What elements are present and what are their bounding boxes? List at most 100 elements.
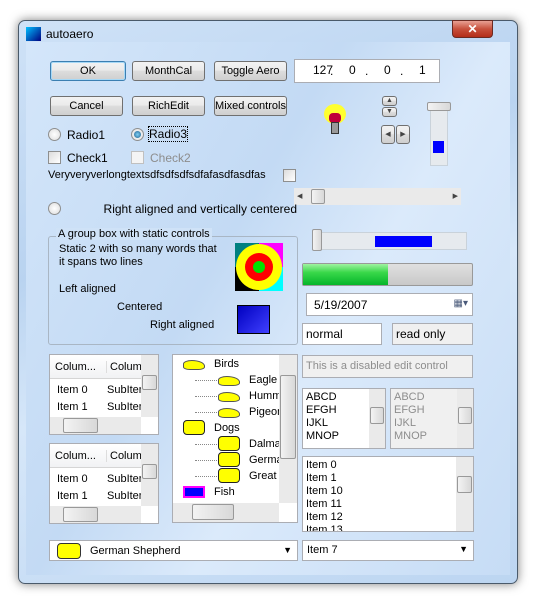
combo-german-shepherd[interactable]: German Shepherd ▼ bbox=[49, 540, 298, 561]
monthcal-button[interactable]: MonthCal bbox=[132, 61, 205, 81]
dog-icon bbox=[218, 468, 240, 483]
scroll-thumb[interactable] bbox=[311, 189, 325, 204]
radio1[interactable] bbox=[48, 128, 61, 141]
disabled-edit-value: This is a disabled edit control bbox=[306, 360, 448, 372]
tree-item[interactable]: Eagle bbox=[218, 372, 277, 388]
scroll-thumb[interactable] bbox=[457, 476, 472, 493]
tree-item[interactable]: Dogs bbox=[183, 420, 240, 436]
spin-horizontal[interactable]: ◀ ▶ bbox=[381, 125, 411, 144]
readonly-edit-value: read only bbox=[396, 327, 446, 341]
long-text-label: Veryveryverlongtextsdfsdfsdfsdfafasdfasd… bbox=[48, 169, 266, 181]
cell[interactable]: SubIten bbox=[107, 401, 145, 413]
vertical-scrollbar bbox=[457, 389, 473, 448]
vertical-scrollbar[interactable] bbox=[279, 355, 297, 503]
horizontal-scrollbar[interactable] bbox=[50, 506, 141, 523]
ip-octet-3[interactable]: 0 bbox=[384, 63, 391, 77]
progress-bar bbox=[302, 263, 473, 286]
normal-edit[interactable]: normal bbox=[302, 323, 382, 345]
normal-edit-value: normal bbox=[306, 327, 343, 341]
trackbar-thumb[interactable] bbox=[312, 229, 322, 251]
long-text-checkbox[interactable] bbox=[283, 169, 296, 182]
tree-item-label: Humm bbox=[249, 390, 282, 402]
readonly-edit[interactable]: read only bbox=[392, 323, 473, 345]
list-view-1[interactable]: Colum... Column Item 0 SubIten Item 1 SubIt… bbox=[49, 354, 159, 435]
spin-up-button[interactable]: ▲ bbox=[382, 96, 397, 106]
tree-item[interactable]: Humm bbox=[218, 388, 281, 404]
horizontal-scrollbar[interactable] bbox=[50, 417, 141, 434]
scroll-thumb[interactable] bbox=[370, 407, 384, 424]
tree-connector bbox=[195, 444, 217, 445]
horizontal-scrollbar[interactable] bbox=[173, 503, 279, 522]
tree-item[interactable]: Germa bbox=[218, 452, 283, 468]
tree-item-label: Dogs bbox=[214, 422, 240, 434]
cancel-button[interactable]: Cancel bbox=[50, 96, 123, 116]
tree-item[interactable]: Dalma bbox=[218, 436, 281, 452]
ip-octet-4[interactable]: 1 bbox=[419, 63, 426, 77]
tree-view[interactable]: Birds Eagle Humm Pigeon Dogs Dalma Germa Great F… bbox=[172, 354, 298, 523]
list-item[interactable]: Item 11 bbox=[306, 498, 470, 511]
spin-down-button[interactable]: ▼ bbox=[382, 107, 397, 117]
tree-item-label: Birds bbox=[214, 358, 240, 370]
calendar-dropdown-icon[interactable]: ▦▾ bbox=[454, 298, 468, 309]
cell[interactable]: SubIten bbox=[107, 384, 145, 396]
ok-button[interactable]: OK bbox=[50, 61, 126, 81]
list-item[interactable]: Item 0 bbox=[306, 459, 470, 472]
tree-item-label: Dalma bbox=[249, 438, 281, 450]
list-item[interactable]: Item 12 bbox=[306, 511, 470, 524]
mfc-logo-icon bbox=[237, 305, 270, 334]
right-aligned-radio[interactable] bbox=[48, 202, 61, 215]
close-button[interactable]: ✕ bbox=[452, 20, 493, 38]
cell[interactable]: Item 1 bbox=[57, 401, 88, 413]
list-item[interactable]: Item 1 bbox=[306, 472, 470, 485]
cell[interactable]: SubIten bbox=[107, 473, 145, 485]
scroll-left-arrow[interactable]: ◀ bbox=[297, 192, 302, 200]
horizontal-trackbar[interactable] bbox=[302, 220, 467, 256]
target-icon bbox=[235, 243, 283, 291]
ip-address-field[interactable]: 127. 0. 0. 1 bbox=[294, 59, 440, 83]
horizontal-scrollbar[interactable]: ◀ ▶ bbox=[294, 188, 461, 205]
cell[interactable]: Item 0 bbox=[57, 473, 88, 485]
spin-right-button[interactable]: ▶ bbox=[396, 125, 410, 144]
check1[interactable] bbox=[48, 151, 61, 164]
ip-octet-2[interactable]: 0 bbox=[349, 63, 356, 77]
tree-connector bbox=[195, 380, 217, 381]
chevron-down-icon[interactable]: ▼ bbox=[459, 544, 468, 554]
tree-item-label: Germa bbox=[249, 454, 283, 466]
spin-vertical[interactable]: ▲ ▼ bbox=[382, 96, 397, 118]
group-box-title: A group box with static controls bbox=[56, 228, 212, 240]
cell[interactable]: Item 0 bbox=[57, 384, 88, 396]
list-item[interactable]: Item 13 bbox=[306, 524, 470, 531]
tree-item[interactable]: Fish bbox=[183, 484, 235, 500]
listbox-small[interactable]: ABCD EFGH IJKL MNOP bbox=[302, 388, 386, 449]
radio3[interactable] bbox=[131, 128, 144, 141]
spin-left-button[interactable]: ◀ bbox=[381, 125, 395, 144]
progress-fill bbox=[303, 264, 388, 285]
list-item[interactable]: Item 10 bbox=[306, 485, 470, 498]
ip-dot: . bbox=[365, 64, 369, 78]
mixed-controls-button[interactable]: Mixed controls bbox=[214, 96, 287, 116]
vertical-scrollbar[interactable] bbox=[369, 389, 385, 448]
bird-icon bbox=[218, 392, 240, 402]
column-header[interactable]: Colum... bbox=[55, 361, 96, 373]
listbox-items[interactable]: Item 0 Item 1 Item 10 Item 11 Item 12 Item 13 bbox=[302, 456, 474, 532]
list-view-2[interactable]: Colum... Column Item 0 SubIten Item 1 SubIt… bbox=[49, 443, 159, 524]
vertical-scrollbar[interactable] bbox=[141, 355, 158, 417]
column-header[interactable]: Colum... bbox=[55, 450, 96, 462]
tree-item[interactable]: Pigeon bbox=[218, 404, 283, 420]
scroll-right-arrow[interactable]: ▶ bbox=[453, 192, 458, 200]
date-picker[interactable]: 5/19/2007 ▦▾ bbox=[306, 293, 473, 316]
tree-item[interactable]: Great bbox=[218, 468, 277, 484]
trackbar-thumb[interactable] bbox=[427, 102, 451, 111]
richedit-button[interactable]: RichEdit bbox=[132, 96, 205, 116]
vertical-scrollbar[interactable] bbox=[456, 457, 473, 531]
cell[interactable]: SubIten bbox=[107, 490, 145, 502]
radio3-label: Radio3 bbox=[147, 126, 189, 142]
cell[interactable]: Item 1 bbox=[57, 490, 88, 502]
toggle-aero-button[interactable]: Toggle Aero bbox=[214, 61, 287, 81]
disabled-edit: This is a disabled edit control bbox=[302, 355, 473, 378]
tree-item[interactable]: Birds bbox=[183, 356, 239, 372]
chevron-down-icon[interactable]: ▼ bbox=[283, 545, 292, 555]
vertical-trackbar[interactable] bbox=[423, 102, 456, 166]
vertical-scrollbar[interactable] bbox=[141, 444, 158, 506]
combo-item7[interactable]: Item 7 ▼ bbox=[302, 540, 474, 561]
